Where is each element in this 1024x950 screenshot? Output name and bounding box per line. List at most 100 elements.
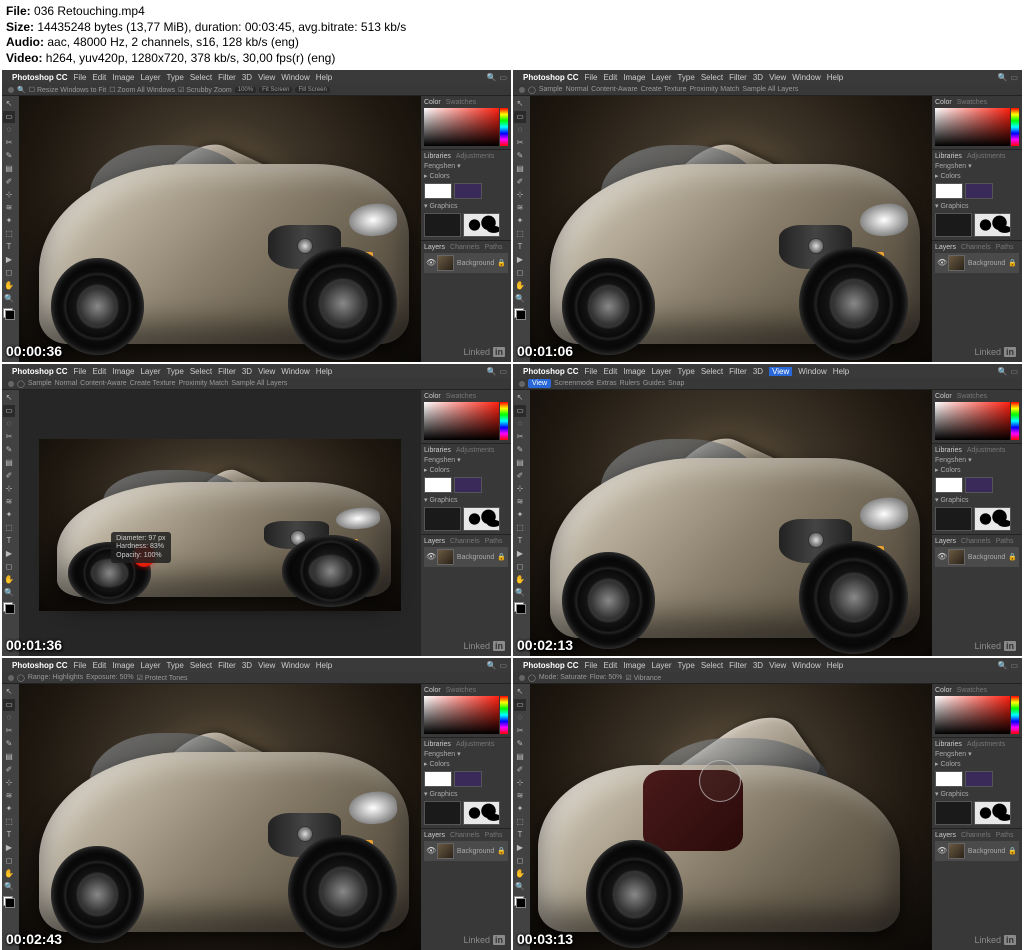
workspace-icon[interactable]: ▭	[1010, 661, 1018, 670]
tool-4[interactable]: ✎	[3, 150, 15, 162]
tool-0[interactable]: ↖	[3, 98, 15, 110]
tool-15[interactable]: 🔍	[3, 881, 15, 893]
menu-layer[interactable]: Layer	[651, 73, 671, 82]
tool-14[interactable]: ✋	[514, 280, 526, 292]
menu-layer[interactable]: Layer	[651, 367, 671, 376]
tool-3[interactable]: ✂	[3, 725, 15, 737]
canvas[interactable]	[19, 684, 421, 950]
menu-filter[interactable]: Filter	[729, 367, 747, 376]
tool-11[interactable]: T	[514, 241, 526, 253]
layer-background[interactable]: 👁Background🔒	[935, 841, 1019, 861]
menu-select[interactable]: Select	[190, 661, 212, 670]
menu-help[interactable]: Help	[316, 73, 332, 82]
tool-1[interactable]: ▭	[3, 111, 15, 123]
tool-5[interactable]: ▤	[514, 163, 526, 175]
tool-12[interactable]: ▶	[514, 842, 526, 854]
menu-filter[interactable]: Filter	[218, 367, 236, 376]
color-panel[interactable]: ColorSwatches	[421, 96, 511, 150]
menu-type[interactable]: Type	[166, 661, 183, 670]
tool-3[interactable]: ✂	[3, 431, 15, 443]
tool-7[interactable]: ⊹	[514, 777, 526, 789]
tool-7[interactable]: ⊹	[514, 483, 526, 495]
tool-8[interactable]: ≋	[514, 496, 526, 508]
tool-10[interactable]: ⬚	[514, 522, 526, 534]
menu-layer[interactable]: Layer	[140, 367, 160, 376]
tool-9[interactable]: ✦	[514, 215, 526, 227]
options-bar[interactable]: ViewScreenmodeExtrasRulersGuidesSnap	[513, 378, 1022, 390]
tool-10[interactable]: ⬚	[514, 228, 526, 240]
app-name[interactable]: Photoshop CC	[12, 367, 68, 376]
tool-0[interactable]: ↖	[514, 686, 526, 698]
libraries-panel[interactable]: LibrariesAdjustments Fengshen ▾ ▸ Colors…	[932, 738, 1022, 829]
tool-1[interactable]: ▭	[514, 405, 526, 417]
options-bar[interactable]: ◯Range: HighlightsExposure: 50%☑ Protect…	[2, 672, 511, 684]
color-swatch[interactable]	[3, 308, 15, 320]
tool-15[interactable]: 🔍	[514, 881, 526, 893]
tool-8[interactable]: ≋	[3, 496, 15, 508]
menu-help[interactable]: Help	[827, 661, 843, 670]
menu-window[interactable]: Window	[798, 367, 826, 376]
layer-background[interactable]: 👁Background🔒	[935, 253, 1019, 273]
color-swatch[interactable]	[514, 308, 526, 320]
tool-10[interactable]: ⬚	[3, 228, 15, 240]
menu-type[interactable]: Type	[677, 73, 694, 82]
menu-view[interactable]: View	[769, 367, 792, 376]
tool-7[interactable]: ⊹	[3, 189, 15, 201]
app-name[interactable]: Photoshop CC	[523, 367, 579, 376]
canvas[interactable]: Diameter: 97 pxHardness: 83%Opacity: 100…	[19, 390, 421, 656]
libraries-panel[interactable]: LibrariesAdjustments Fengshen ▾ ▸ Colors…	[421, 150, 511, 241]
tool-10[interactable]: ⬚	[3, 816, 15, 828]
options-bar[interactable]: ◯SampleNormalContent-AwareCreate Texture…	[513, 84, 1022, 96]
menu-edit[interactable]: Edit	[92, 661, 106, 670]
libraries-panel[interactable]: LibrariesAdjustments Fengshen ▾ ▸ Colors…	[932, 444, 1022, 535]
menu-file[interactable]: File	[585, 661, 598, 670]
layers-panel[interactable]: LayersChannelsPaths 👁Background🔒	[421, 535, 511, 656]
tool-8[interactable]: ≋	[3, 202, 15, 214]
color-swatch[interactable]	[3, 896, 15, 908]
menu-type[interactable]: Type	[677, 661, 694, 670]
menu-select[interactable]: Select	[190, 73, 212, 82]
layer-background[interactable]: 👁Background🔒	[935, 547, 1019, 567]
menu-edit[interactable]: Edit	[603, 73, 617, 82]
menu-layer[interactable]: Layer	[651, 661, 671, 670]
workspace-icon[interactable]: ▭	[499, 367, 507, 376]
app-name[interactable]: Photoshop CC	[12, 73, 68, 82]
color-panel[interactable]: ColorSwatches	[932, 684, 1022, 738]
options-bar[interactable]: ◯SampleNormalContent-AwareCreate Texture…	[2, 378, 511, 390]
menu-help[interactable]: Help	[316, 661, 332, 670]
tool-4[interactable]: ✎	[3, 738, 15, 750]
tool-9[interactable]: ✦	[514, 509, 526, 521]
canvas[interactable]	[530, 96, 932, 362]
tool-11[interactable]: T	[514, 829, 526, 841]
tool-2[interactable]: ◌	[514, 712, 526, 724]
menu-file[interactable]: File	[74, 661, 87, 670]
menu-select[interactable]: Select	[701, 73, 723, 82]
menu-filter[interactable]: Filter	[729, 661, 747, 670]
tool-6[interactable]: ✐	[3, 470, 15, 482]
layers-panel[interactable]: LayersChannelsPaths 👁Background🔒	[932, 241, 1022, 362]
layers-panel[interactable]: LayersChannelsPaths 👁Background🔒	[932, 535, 1022, 656]
tool-3[interactable]: ✂	[514, 725, 526, 737]
tool-4[interactable]: ✎	[514, 444, 526, 456]
menu-help[interactable]: Help	[833, 367, 849, 376]
tool-10[interactable]: ⬚	[514, 816, 526, 828]
tool-5[interactable]: ▤	[3, 751, 15, 763]
color-panel[interactable]: ColorSwatches	[932, 96, 1022, 150]
search-icon[interactable]: 🔍	[997, 661, 1007, 670]
tool-15[interactable]: 🔍	[3, 587, 15, 599]
menu-select[interactable]: Select	[701, 367, 723, 376]
color-swatch[interactable]	[514, 602, 526, 614]
tool-13[interactable]: ◻	[3, 267, 15, 279]
tool-6[interactable]: ✐	[514, 470, 526, 482]
app-name[interactable]: Photoshop CC	[523, 661, 579, 670]
layers-panel[interactable]: LayersChannelsPaths 👁Background🔒	[421, 829, 511, 950]
tool-12[interactable]: ▶	[514, 548, 526, 560]
options-bar[interactable]: ◯Mode: SaturateFlow: 50%☑ Vibrance	[513, 672, 1022, 684]
canvas[interactable]	[530, 684, 932, 950]
tool-6[interactable]: ✐	[3, 764, 15, 776]
tool-0[interactable]: ↖	[3, 686, 15, 698]
workspace-icon[interactable]: ▭	[499, 73, 507, 82]
menu-edit[interactable]: Edit	[92, 73, 106, 82]
search-icon[interactable]: 🔍	[486, 367, 496, 376]
menu-type[interactable]: Type	[166, 367, 183, 376]
